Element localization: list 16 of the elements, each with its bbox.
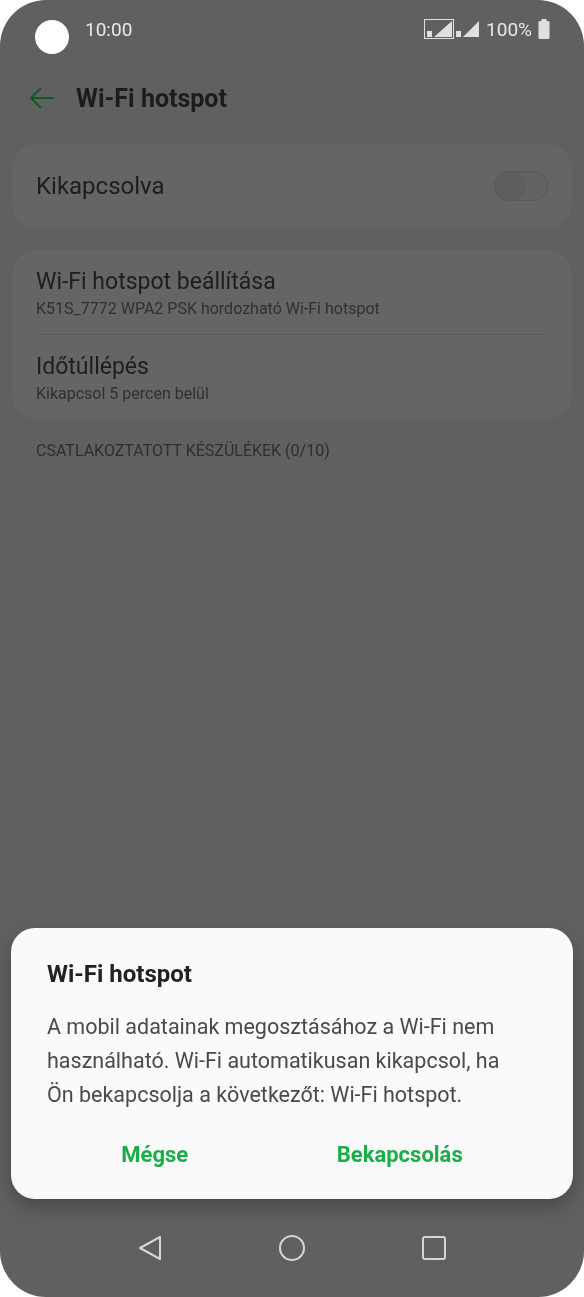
signal-icon <box>424 19 481 39</box>
setting-title[interactable]: Időtúllépés <box>36 353 548 380</box>
dialog-action[interactable]: Mégse <box>113 1138 197 1171</box>
back-icon[interactable] <box>138 1235 163 1261</box>
battery-percent: 100% <box>486 17 532 41</box>
camera-hole <box>35 20 69 54</box>
switch-label: Kikapcsolva <box>36 172 165 200</box>
recents-icon[interactable] <box>421 1236 446 1260</box>
dialog-message: A mobil adatainak megosztásához a Wi-Fi nem használható. Wi-Fi automatikusan kikapcsol, ha Ön bekapcsolja a következőt: Wi-Fi hotspot. <box>47 1013 501 1109</box>
dialog-action[interactable]: Bekapcsolás <box>328 1138 471 1171</box>
page-title: Wi-Fi hotspot <box>76 83 227 113</box>
battery-icon <box>538 19 550 39</box>
dialog-title: Wi-Fi hotspot <box>47 960 193 988</box>
home-icon[interactable] <box>279 1235 305 1261</box>
setting-title[interactable]: Wi-Fi hotspot beállítása <box>36 268 548 295</box>
clock: 10:00 <box>85 17 133 41</box>
